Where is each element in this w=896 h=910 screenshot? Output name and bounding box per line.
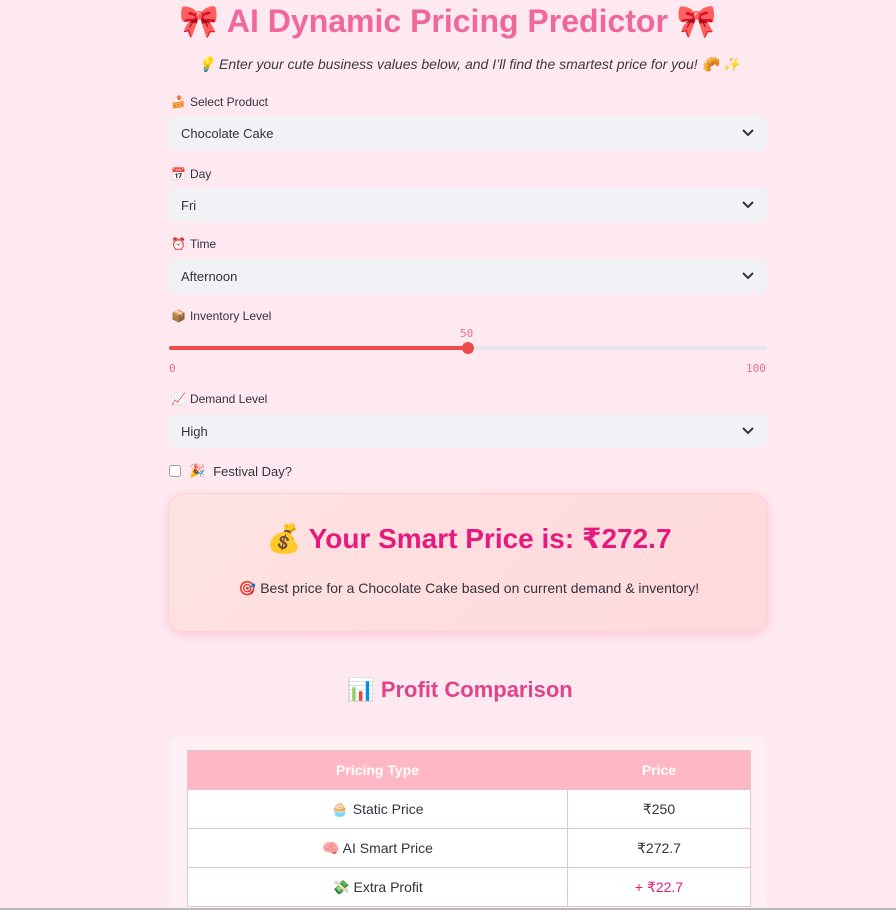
alarm-clock-icon: ⏰ xyxy=(171,237,186,251)
calendar-icon: 📅 xyxy=(171,167,186,181)
day-select-value: Fri xyxy=(181,197,197,213)
price-cell: + ₹22.7 xyxy=(567,867,751,907)
profit-table: Pricing Type Price 🧁 Static Price ₹250 🧠… xyxy=(187,750,751,907)
smart-price-note: 🎯 Best price for a Chocolate Cake based … xyxy=(169,580,769,597)
demand-label: 📈 Demand Level xyxy=(171,392,267,406)
table-row: 🧠 AI Smart Price ₹272.7 xyxy=(187,828,751,868)
time-select-value: Afternoon xyxy=(181,268,238,284)
demand-label-text: Demand Level xyxy=(189,392,268,406)
inventory-slider-max: 100 xyxy=(746,362,766,375)
chevron-down-icon xyxy=(741,424,755,438)
chevron-down-icon xyxy=(741,198,755,212)
brain-icon: 🧠 xyxy=(322,839,340,856)
chevron-down-icon xyxy=(741,126,755,140)
inventory-slider-fill xyxy=(169,346,468,350)
time-label-text: Time xyxy=(189,237,217,251)
package-icon: 📦 xyxy=(171,309,186,323)
party-popper-icon: 🎉 xyxy=(189,463,206,478)
pricing-type-cell: 💸 Extra Profit xyxy=(187,867,568,907)
profit-table-container: Pricing Type Price 🧁 Static Price ₹250 🧠… xyxy=(169,735,767,910)
product-select-value: Chocolate Cake xyxy=(181,125,274,141)
price-cell: ₹250 xyxy=(567,789,751,829)
page-title: 🎀 AI Dynamic Pricing Predictor 🎀 xyxy=(0,0,896,42)
bow-icon: 🎀 xyxy=(179,3,220,39)
festival-label: Festival Day? xyxy=(213,463,292,479)
inventory-slider-value: 50 xyxy=(460,327,474,340)
table-header-row: Pricing Type Price xyxy=(187,750,751,790)
smart-price-text: Your Smart Price is: ₹272.7 xyxy=(308,523,672,554)
inventory-slider-thumb[interactable] xyxy=(462,342,474,354)
target-icon: 🎯 xyxy=(238,580,257,596)
bar-chart-icon: 📊 xyxy=(347,677,375,702)
table-row: 🧁 Static Price ₹250 xyxy=(187,789,751,829)
inventory-slider-min: 0 xyxy=(169,362,176,375)
money-with-wings-icon: 💸 xyxy=(332,878,350,895)
time-select[interactable]: Afternoon xyxy=(169,259,767,293)
festival-checkbox[interactable] xyxy=(169,465,181,477)
day-label: 📅 Day xyxy=(171,167,211,181)
pricing-type-text: Extra Profit xyxy=(353,878,423,895)
chevron-down-icon xyxy=(741,269,755,283)
day-select[interactable]: Fri xyxy=(169,188,767,222)
day-label-text: Day xyxy=(189,167,212,181)
pricing-type-text: AI Smart Price xyxy=(342,839,433,856)
pricing-type-text: Static Price xyxy=(352,800,424,817)
column-header-pricing-type: Pricing Type xyxy=(187,750,568,790)
demand-select[interactable]: High xyxy=(169,414,767,448)
app-page: 🎀 AI Dynamic Pricing Predictor 🎀 💡 Enter… xyxy=(0,0,896,910)
money-bag-icon: 💰 xyxy=(266,523,302,554)
product-label-text: Select Product xyxy=(189,95,268,109)
chart-increasing-icon: 📈 xyxy=(171,392,186,406)
page-subtitle: 💡 Enter your cute business values below,… xyxy=(197,56,741,72)
page-title-text: AI Dynamic Pricing Predictor xyxy=(226,3,668,39)
price-cell: ₹272.7 xyxy=(567,828,751,868)
product-select[interactable]: Chocolate Cake xyxy=(169,116,767,150)
time-label: ⏰ Time xyxy=(171,237,216,251)
pricing-type-cell: 🧁 Static Price xyxy=(187,789,568,829)
cupcake-icon: 🧁 xyxy=(331,800,349,817)
profit-comparison-title: 📊 Profit Comparison xyxy=(0,677,896,703)
festival-checkbox-row[interactable]: 🎉 Festival Day? xyxy=(169,463,292,479)
table-row: 💸 Extra Profit + ₹22.7 xyxy=(187,867,751,907)
inventory-label-text: Inventory Level xyxy=(189,309,272,323)
profit-comparison-title-text: Profit Comparison xyxy=(380,677,573,702)
cake-icon: 🍰 xyxy=(171,95,186,109)
smart-price-note-text: Best price for a Chocolate Cake based on… xyxy=(260,580,700,596)
column-header-price: Price xyxy=(567,750,751,790)
demand-select-value: High xyxy=(181,423,208,439)
inventory-label: 📦 Inventory Level xyxy=(171,309,271,323)
product-label: 🍰 Select Product xyxy=(171,95,268,109)
pricing-type-cell: 🧠 AI Smart Price xyxy=(187,828,568,868)
smart-price-headline: 💰 Your Smart Price is: ₹272.7 xyxy=(169,522,769,555)
smart-price-card: 💰 Your Smart Price is: ₹272.7 🎯 Best pri… xyxy=(168,493,768,632)
bow-icon: 🎀 xyxy=(676,3,717,39)
inventory-slider[interactable] xyxy=(169,342,767,354)
